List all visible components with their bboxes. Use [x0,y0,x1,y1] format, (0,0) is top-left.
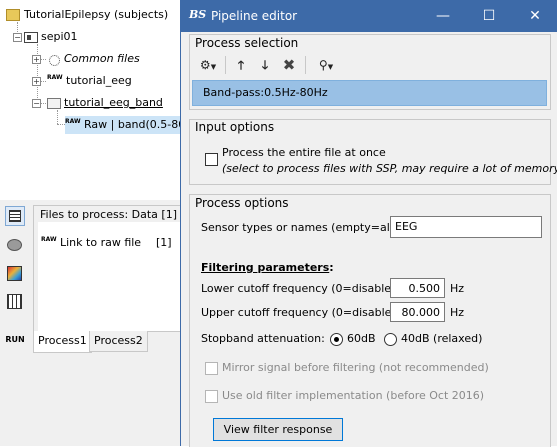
process-entire-file-label: Process the entire file at once [222,146,386,159]
tab-process2[interactable]: Process2 [89,331,148,352]
selected-process-label: Band-pass:0.5Hz-80Hz [203,86,328,99]
matrix-icon [7,294,22,309]
expand-icon[interactable]: + [32,55,41,64]
toolbar-separator [225,56,226,74]
minimize-button[interactable]: — [420,0,466,32]
old-filter-label: Use old filter implementation (before Oc… [222,389,485,402]
subject-icon [24,31,38,43]
view-filter-response-button[interactable]: View filter response [213,418,343,441]
title-bar: BS Pipeline editor — ☐ ✕ [181,0,557,32]
maximize-button[interactable]: ☐ [466,0,512,32]
tree-connector [37,44,38,106]
raw-data-icon: RAW [65,118,81,125]
stopband-attenuation-label: Stopband attenuation: [201,332,325,345]
stopband-60db-radio[interactable] [330,333,343,346]
process-panel: RUN Files to process: Data [1] RAW Link t… [0,200,182,446]
expand-icon[interactable]: + [32,77,41,86]
tree-node-raw-file[interactable]: RAW Raw | band(0.5-80H [65,116,194,134]
mirror-signal-label: Mirror signal before filtering (not reco… [222,361,489,374]
filter-timefreq-button[interactable] [5,264,25,284]
tree-node-protocol[interactable]: TutorialEpilepsy (subjects) [6,7,168,23]
tree-connector [57,110,58,124]
move-up-icon[interactable]: 🡑 [231,55,251,75]
stopband-40db-label: 40dB (relaxed) [401,332,483,345]
process-options-title: Process options [195,196,289,210]
brainstorm-logo-icon: BS [189,8,207,21]
tab-process1[interactable]: Process1 [33,331,92,353]
process-entire-file-checkbox[interactable] [205,153,218,166]
pipeline-tree-icon[interactable]: ⚲▼ [311,55,341,75]
raw-data-icon [9,210,21,222]
upper-cutoff-label: Upper cutoff frequency (0=disable): [201,306,400,319]
input-options-title: Input options [195,120,275,134]
database-explorer: TutorialEpilepsy (subjects) − sepi01 + C… [0,0,194,195]
lower-cutoff-input[interactable]: 0.500 [390,278,445,298]
old-filter-checkbox[interactable] [205,390,218,403]
run-button[interactable]: RUN [5,330,25,350]
tree-node-common-files[interactable]: Common files [47,51,140,67]
collapse-icon[interactable]: − [32,99,41,108]
files-to-process-title: Files to process: Data [1] [40,208,177,221]
sensor-types-label: Sensor types or names (empty=all): [201,221,401,234]
sensor-types-input[interactable]: EEG [390,216,542,238]
mirror-signal-checkbox[interactable] [205,362,218,375]
move-down-icon[interactable]: 🡓 [255,55,275,75]
lower-cutoff-unit: Hz [450,282,465,295]
stopband-40db-radio[interactable] [384,333,397,346]
raw-data-icon: RAW [41,236,57,243]
folder-open-icon [47,97,61,109]
brain-icon [7,239,22,251]
common-files-icon [47,53,61,66]
window-title: Pipeline editor [211,9,298,23]
raw-data-icon: RAW [47,74,63,81]
process-list-item[interactable]: Band-pass:0.5Hz-80Hz [192,80,547,106]
filter-matrix-button[interactable] [5,292,25,312]
tree-node-tutorial-eeg-band[interactable]: tutorial_eeg_band [47,95,163,111]
upper-cutoff-unit: Hz [450,306,465,319]
filter-data-button[interactable] [5,206,25,226]
filtering-parameters-header: Filtering parameters: [201,261,334,274]
process-selection-title: Process selection [195,36,299,50]
process-toolbar: RUN [0,200,30,350]
collapse-icon[interactable]: − [13,33,22,42]
filter-sources-button[interactable] [5,236,25,256]
lower-cutoff-label: Lower cutoff frequency (0=disable): [201,282,400,295]
pipeline-toolbar: ⚙▼ 🡑 🡓 ✖ ⚲▼ [193,53,545,77]
tree-node-subject[interactable]: sepi01 [24,29,78,45]
files-list: RAW Link to raw file [1] [38,222,181,331]
list-item[interactable]: RAW Link to raw file [41,236,141,249]
stopband-60db-label: 60dB [347,332,376,345]
close-button[interactable]: ✕ [512,0,557,32]
toolbar-separator [305,56,306,74]
process-entire-file-hint: (select to process files with SSP, may r… [222,162,557,175]
gear-icon[interactable]: ⚙▼ [195,55,221,75]
file-count: [1] [156,236,172,249]
upper-cutoff-input[interactable]: 80.000 [390,302,445,322]
timefreq-icon [7,266,22,281]
tree-connector [57,124,65,125]
delete-icon[interactable]: ✖ [279,55,299,75]
files-to-process-box: Files to process: Data [1] RAW Link to ra… [33,205,182,332]
folder-icon [6,9,20,21]
tree-node-tutorial-eeg[interactable]: RAW tutorial_eeg [47,73,132,89]
pipeline-editor-window: BS Pipeline editor — ☐ ✕ Process selecti… [180,0,557,447]
